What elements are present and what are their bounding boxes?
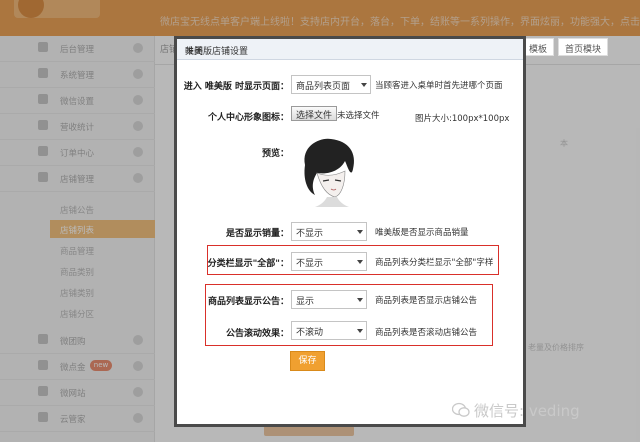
notice-scroll-value: 不滚动 [296, 328, 324, 338]
category-all-value: 不显示 [296, 259, 324, 269]
chevron-down-icon [357, 230, 363, 234]
show-sales-label: 是否显示销量： [225, 229, 289, 239]
tab-template[interactable]: 模板 [522, 38, 555, 56]
image-size-hint: 图片大小:100px*100px [415, 114, 510, 124]
close-button[interactable]: 关闭 [185, 44, 515, 57]
category-all-select[interactable]: 不显示 [291, 252, 367, 271]
tab-home-module[interactable]: 首页模块 [558, 38, 609, 56]
choose-file-button[interactable]: 选择文件 [291, 106, 338, 121]
preview-label: 预览： [261, 149, 289, 159]
entry-page-select[interactable]: 商品列表页面 [291, 75, 371, 94]
chevron-down-icon [357, 298, 363, 302]
avatar-sketch [304, 138, 355, 207]
wechat-watermark: 微信号: veding [474, 402, 580, 420]
chevron-down-icon [361, 83, 367, 87]
notice-scroll-label: 公告滚动效果： [225, 329, 289, 339]
entry-page-label: 进入 唯美版 时显示页面： [183, 82, 289, 92]
show-sales-select[interactable]: 不显示 [291, 222, 367, 241]
save-button[interactable]: 保存 [290, 351, 325, 371]
notice-scroll-select[interactable]: 不滚动 [291, 321, 367, 340]
show-notice-value: 显示 [296, 297, 315, 307]
chevron-down-icon [357, 260, 363, 264]
dialog-header: 唯美版店铺设置 关闭 [177, 39, 523, 60]
store-settings-dialog: 唯美版店铺设置 关闭 进入 唯美版 时显示页面： 商品列表页面 当顾客进入桌单时… [174, 36, 526, 427]
wechat-icon [452, 402, 470, 417]
show-sales-hint: 唯美版是否显示商品销量 [375, 228, 469, 238]
avatar-preview-image [291, 135, 367, 207]
entry-page-hint: 当顾客进入桌单时首先进哪个页面 [375, 81, 503, 91]
show-notice-select[interactable]: 显示 [291, 290, 367, 309]
category-all-label: 分类栏显示"全部"： [207, 259, 289, 269]
category-all-hint: 商品列表分类栏显示"全部"字样 [375, 258, 494, 268]
file-status: 未选择文件 [337, 111, 380, 121]
show-notice-hint: 商品列表是否显示店铺公告 [375, 296, 478, 306]
app-screen: 微店宝无线点单客户端上线啦！支持店内开台，落台，下单，结账等一系列操作，界面炫丽… [0, 0, 640, 442]
chevron-down-icon [357, 329, 363, 333]
avatar-label: 个人中心形象图标： [207, 113, 289, 123]
show-notice-label: 商品列表显示公告： [207, 297, 289, 307]
entry-page-value: 商品列表页面 [296, 82, 351, 92]
notice-scroll-hint: 商品列表是否滚动店铺公告 [375, 328, 478, 338]
show-sales-value: 不显示 [296, 229, 324, 239]
